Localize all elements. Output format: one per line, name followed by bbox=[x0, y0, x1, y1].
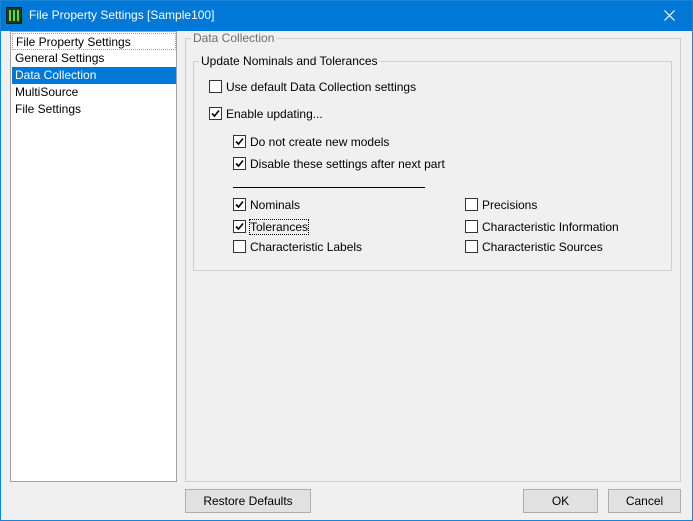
separator-line bbox=[233, 187, 425, 188]
window-title: File Property Settings [Sample100] bbox=[29, 8, 215, 22]
file-property-settings-dialog: File Property Settings [Sample100] File … bbox=[0, 0, 693, 521]
checkbox-box[interactable] bbox=[209, 80, 222, 93]
checkbox-box[interactable] bbox=[465, 198, 478, 211]
checkbox-label: Disable these settings after next part bbox=[250, 157, 445, 171]
checkmark-icon bbox=[235, 137, 244, 146]
checkbox-box[interactable] bbox=[209, 107, 222, 120]
close-button[interactable] bbox=[648, 1, 692, 31]
nav-item-file-property-settings[interactable]: File Property Settings bbox=[12, 33, 176, 50]
nav-item-file-settings[interactable]: File Settings bbox=[12, 101, 176, 118]
checkmark-icon bbox=[235, 222, 244, 231]
checkbox-label: Nominals bbox=[250, 198, 301, 212]
checkbox-box[interactable] bbox=[465, 240, 478, 253]
checkbox-label: Characteristic Information bbox=[482, 220, 619, 234]
checkbox-box[interactable] bbox=[233, 220, 246, 233]
checkbox-box[interactable] bbox=[465, 220, 478, 233]
settings-category-list[interactable]: File Property Settings General Settings … bbox=[10, 31, 177, 482]
cancel-button[interactable]: Cancel bbox=[608, 489, 681, 513]
nav-item-label: File Property Settings bbox=[16, 35, 131, 49]
update-nominals-group-title: Update Nominals and Tolerances bbox=[199, 54, 380, 68]
checkmark-icon bbox=[211, 109, 220, 118]
checkmark-icon bbox=[235, 159, 244, 168]
checkmark-icon bbox=[235, 200, 244, 209]
checkbox-label: Precisions bbox=[482, 198, 538, 212]
data-collection-group-title: Data Collection bbox=[191, 31, 277, 45]
checkbox-box[interactable] bbox=[233, 240, 246, 253]
nav-item-label: General Settings bbox=[15, 51, 105, 65]
title-bar[interactable]: File Property Settings [Sample100] bbox=[1, 1, 692, 31]
checkbox-label: Characteristic Sources bbox=[482, 240, 603, 254]
checkbox-label: Characteristic Labels bbox=[250, 240, 363, 254]
checkbox-label: Do not create new models bbox=[250, 135, 390, 149]
close-icon bbox=[664, 10, 675, 21]
checkbox-box[interactable] bbox=[233, 135, 246, 148]
nav-item-general-settings[interactable]: General Settings bbox=[12, 50, 176, 67]
ok-button[interactable]: OK bbox=[523, 489, 598, 513]
checkbox-box[interactable] bbox=[233, 157, 246, 170]
checkbox-label: Tolerances bbox=[248, 219, 310, 235]
nav-item-label: File Settings bbox=[15, 102, 82, 116]
nav-item-data-collection[interactable]: Data Collection bbox=[12, 67, 176, 84]
checkbox-label: Enable updating... bbox=[226, 107, 323, 121]
nav-item-label: Data Collection bbox=[15, 68, 97, 82]
checkbox-label: Use default Data Collection settings bbox=[226, 80, 417, 94]
restore-defaults-button[interactable]: Restore Defaults bbox=[185, 489, 311, 513]
nav-item-label: MultiSource bbox=[15, 85, 79, 99]
app-icon bbox=[6, 7, 22, 24]
checkbox-box[interactable] bbox=[233, 198, 246, 211]
nav-item-multisource[interactable]: MultiSource bbox=[12, 84, 176, 101]
